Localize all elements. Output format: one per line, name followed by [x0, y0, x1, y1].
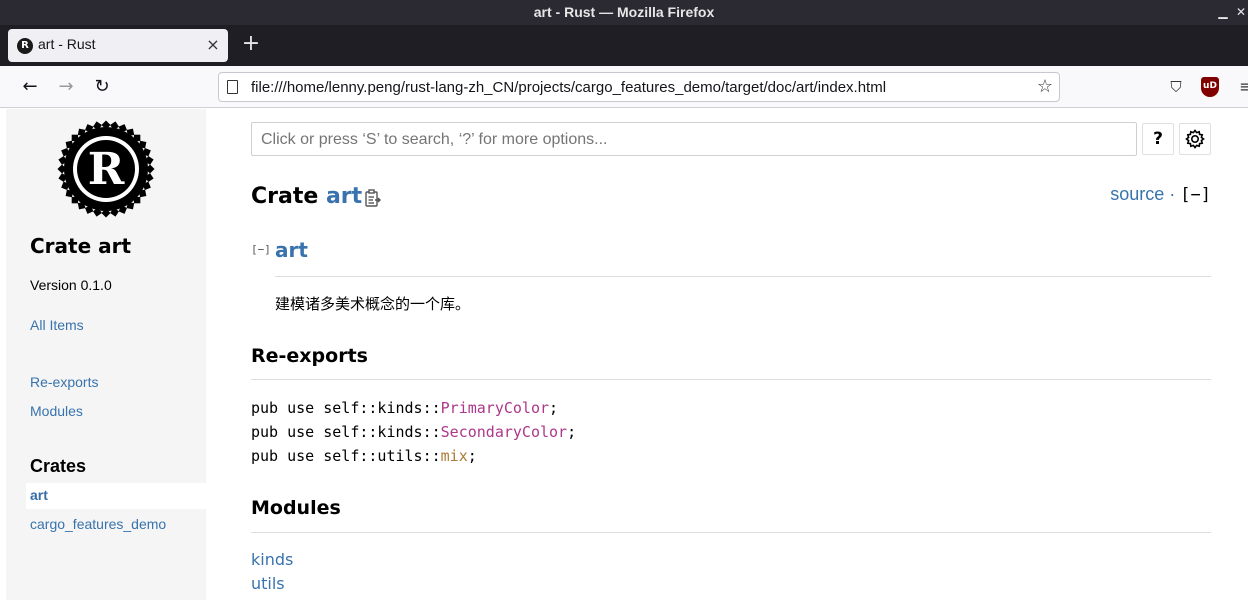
- reexport-link-mix[interactable]: mix: [441, 447, 468, 465]
- tab-strip: R art - Rust × +: [0, 25, 1248, 66]
- forward-arrow-icon[interactable]: →: [53, 74, 79, 100]
- page-title: Crate art: [251, 184, 362, 209]
- sidebar-crates-heading: Crates: [30, 456, 87, 476]
- sidebar-link-reexports[interactable]: Re-exports: [30, 374, 98, 390]
- logo-gear-tooth: [138, 140, 147, 149]
- reexport-path: pub use self::kinds::: [251, 423, 441, 441]
- reexport-link-primarycolor[interactable]: PrimaryColor: [441, 399, 549, 417]
- page-content: R Crate art Version 0.1.0 All Items Re-e…: [0, 109, 1248, 600]
- sidebar-crate-cargo-features-demo[interactable]: cargo_features_demo: [30, 516, 166, 532]
- sidebar-link-all-items[interactable]: All Items: [30, 317, 84, 333]
- sidebar: R Crate art Version 0.1.0 All Items Re-e…: [6, 109, 206, 600]
- help-button[interactable]: ?: [1142, 123, 1174, 155]
- logo-gear-tooth: [126, 128, 135, 137]
- sidebar-crate-art[interactable]: art: [30, 487, 48, 503]
- doc-divider: [275, 276, 1211, 277]
- module-link-kinds[interactable]: kinds: [251, 550, 293, 569]
- ublock-icon[interactable]: uD: [1201, 77, 1219, 97]
- hamburger-menu-icon[interactable]: ≡: [1236, 77, 1248, 97]
- section-heading-modules[interactable]: Modules: [251, 497, 341, 519]
- logo-gear-tooth: [126, 201, 135, 210]
- section-divider: [251, 532, 1211, 533]
- sidebar-link-modules[interactable]: Modules: [30, 403, 83, 419]
- search-placeholder: Click or press ‘S’ to search, ‘?’ for mo…: [261, 131, 608, 148]
- reexport-semicolon: ;: [549, 399, 559, 417]
- logo-gear-tooth: [138, 189, 147, 198]
- out-of-band-links: source · [−]: [1110, 184, 1211, 205]
- url-text[interactable]: file:///home/lenny.peng/rust-lang-zh_CN/…: [251, 79, 886, 96]
- svg-text:R: R: [88, 144, 125, 195]
- separator-dot: ·: [1164, 184, 1181, 204]
- search-input[interactable]: Click or press ‘S’ to search, ‘?’ for mo…: [251, 122, 1137, 156]
- close-tab-icon[interactable]: ×: [206, 35, 220, 54]
- page-title-crate-link[interactable]: art: [326, 184, 362, 209]
- copy-path-icon[interactable]: [364, 189, 382, 209]
- reexport-path: pub use self::utils::: [251, 447, 441, 465]
- page-icon: [227, 80, 238, 94]
- sidebar-crate-title[interactable]: Crate art: [30, 234, 131, 258]
- logo-gear-tooth: [65, 140, 74, 149]
- logo-gear-tooth: [71, 196, 79, 204]
- sidebar-crate-current[interactable]: art: [26, 483, 206, 509]
- source-link[interactable]: source: [1110, 184, 1164, 204]
- collapse-all-toggle[interactable]: [−]: [1180, 185, 1211, 205]
- window-title: art - Rust — Mozilla Firefox: [533, 4, 715, 20]
- settings-gear-icon: [1185, 129, 1205, 149]
- bookmark-star-icon[interactable]: ☆: [1037, 76, 1053, 97]
- address-bar[interactable]: file:///home/lenny.peng/rust-lang-zh_CN/…: [218, 72, 1060, 102]
- logo-gear-tooth: [133, 196, 141, 204]
- close-window-icon[interactable]: ✕: [1232, 0, 1248, 25]
- reexport-path: pub use self::kinds::: [251, 399, 441, 417]
- rust-favicon-icon: R: [17, 38, 33, 54]
- crate-description: 建模诸多美术概念的一个库。: [275, 295, 471, 313]
- reload-icon[interactable]: ↻: [89, 74, 115, 100]
- reexport-link-secondarycolor[interactable]: SecondaryColor: [441, 423, 567, 441]
- settings-button[interactable]: [1179, 123, 1211, 155]
- reexport-item: pub use self::utils::mix;: [251, 447, 477, 465]
- reexport-semicolon: ;: [567, 423, 577, 441]
- tab-title: art - Rust: [38, 36, 96, 52]
- section-heading-reexports[interactable]: Re-exports: [251, 345, 368, 367]
- logo-gear-tooth: [133, 134, 141, 142]
- tab-art-rust[interactable]: R art - Rust ×: [8, 29, 228, 62]
- main-content: Click or press ‘S’ to search, ‘?’ for mo…: [251, 109, 1211, 600]
- rust-logo-icon[interactable]: R: [56, 119, 156, 219]
- logo-gear-tooth: [77, 201, 86, 210]
- page-title-kind: Crate: [251, 184, 319, 209]
- section-divider: [251, 379, 1211, 380]
- navigation-toolbar: ← → ↻ file:///home/lenny.peng/rust-lang-…: [0, 66, 1248, 108]
- doc-heading-link[interactable]: art: [275, 238, 308, 262]
- reexport-semicolon: ;: [467, 447, 477, 465]
- window-titlebar: art - Rust — Mozilla Firefox ▁ ✕: [0, 0, 1248, 25]
- new-tab-icon[interactable]: +: [240, 33, 262, 55]
- sidebar-version: Version 0.1.0: [30, 277, 112, 293]
- logo-gear-tooth: [65, 189, 74, 198]
- logo-gear-tooth: [71, 134, 79, 142]
- logo-gear-tooth: [77, 128, 86, 137]
- reexport-item: pub use self::kinds::SecondaryColor;: [251, 423, 576, 441]
- back-arrow-icon[interactable]: ←: [17, 74, 43, 100]
- pocket-icon[interactable]: ⛉: [1166, 77, 1186, 97]
- doc-collapse-toggle[interactable]: [−]: [251, 243, 271, 256]
- minimize-window-icon[interactable]: ▁: [1214, 0, 1232, 25]
- reexport-item: pub use self::kinds::PrimaryColor;: [251, 399, 558, 417]
- module-link-utils[interactable]: utils: [251, 574, 285, 593]
